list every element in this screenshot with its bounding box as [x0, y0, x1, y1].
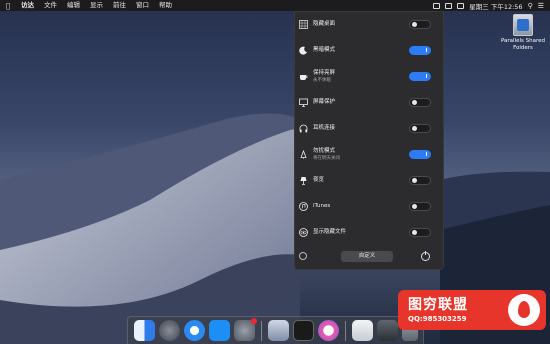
toggle-dark-mode[interactable]: [409, 45, 431, 55]
control-panel: 隐藏桌面 黑暗模式 保持亮屏 永不休眠 屏幕保护 耳机连接 勿扰模式 将在明天关…: [294, 11, 444, 270]
dock-separator: [345, 321, 346, 341]
parallels-shared-folders[interactable]: Parallels Shared Folders: [496, 14, 550, 52]
battery-icon[interactable]: [457, 2, 465, 9]
desktop-item-label: Parallels Shared Folders: [500, 38, 546, 51]
row-keep-awake[interactable]: 保持亮屏 永不休眠: [295, 68, 445, 84]
status-tool-icon[interactable]: [433, 2, 441, 9]
launchpad-icon[interactable]: [159, 320, 180, 341]
row-screensaver[interactable]: 屏幕保护: [295, 94, 445, 110]
eye-icon: [299, 227, 308, 237]
display-icon[interactable]: [445, 2, 453, 9]
row-sublabel: 将在明天关闭: [313, 156, 340, 161]
row-label: 耳机连接: [313, 125, 336, 131]
row-label: 显示隐藏文件: [313, 229, 347, 235]
toggle-itunes[interactable]: [409, 201, 431, 211]
apple-logo-icon[interactable]: : [0, 2, 16, 10]
row-dark-mode[interactable]: 黑暗模式: [295, 42, 445, 58]
menu-view[interactable]: 显示: [85, 0, 108, 11]
row-label: 隐藏桌面: [313, 21, 336, 27]
menu-finder[interactable]: 访达: [16, 0, 39, 11]
itunes-icon: [299, 201, 308, 211]
toggle-keep-awake[interactable]: [409, 71, 431, 81]
menu-file[interactable]: 文件: [39, 0, 62, 11]
dock-separator: [261, 321, 262, 341]
toggle-screensaver[interactable]: [409, 97, 431, 107]
row-label: 夜览: [313, 177, 325, 183]
customize-button[interactable]: 自定义: [341, 251, 393, 262]
row-do-not-disturb[interactable]: 勿扰模式 将在明天关闭: [295, 146, 445, 162]
status-area: 星期三 下午12:56 ⚲ ☰: [433, 1, 550, 11]
preview-icon[interactable]: [352, 320, 373, 341]
notification-badge: [251, 318, 257, 324]
power-icon[interactable]: [421, 251, 430, 261]
clock[interactable]: 星期三 下午12:56: [469, 1, 522, 11]
row-show-hidden-files[interactable]: 显示隐藏文件: [295, 224, 445, 240]
headphones-icon: [299, 124, 308, 133]
search-icon[interactable]: ⚲: [528, 2, 533, 10]
itunes-icon[interactable]: [318, 320, 339, 341]
menubar:  访达 文件 编辑 显示 前往 窗口 帮助 星期三 下午12:56 ⚲ ☰: [0, 0, 550, 11]
row-label: 保持亮屏: [313, 70, 336, 76]
row-label: iTunes: [313, 203, 331, 209]
row-hide-desktop[interactable]: 隐藏桌面: [295, 16, 445, 32]
menu-list-icon[interactable]: ☰: [538, 2, 544, 10]
watermark-title: 图穷联盟: [408, 297, 468, 313]
system-preferences-icon[interactable]: [234, 318, 257, 341]
toggle-hide-desktop[interactable]: [409, 19, 431, 29]
row-sublabel: 永不休眠: [313, 78, 331, 83]
watermark: 图穷联盟 QQ:985303259: [398, 290, 546, 330]
terminal-icon[interactable]: [293, 320, 314, 341]
dock: [127, 316, 424, 344]
coffee-cup-icon: [299, 72, 308, 81]
menu-help[interactable]: 帮助: [154, 0, 177, 11]
desktop-grid-icon: [299, 19, 308, 29]
toggle-do-not-disturb[interactable]: [409, 149, 431, 159]
row-night-shift[interactable]: 夜览: [295, 172, 445, 188]
finder-icon[interactable]: [134, 320, 155, 341]
files-icon[interactable]: [268, 320, 289, 341]
row-label: 勿扰模式: [313, 148, 336, 154]
safari-icon[interactable]: [184, 320, 205, 341]
menu-go[interactable]: 前往: [108, 0, 131, 11]
menu-window[interactable]: 窗口: [131, 0, 154, 11]
night-lamp-icon: [299, 176, 308, 185]
row-label: 黑暗模式: [313, 47, 336, 53]
info-icon[interactable]: [299, 252, 307, 260]
moon-icon: [299, 46, 308, 55]
row-headphones[interactable]: 耳机连接: [295, 120, 445, 136]
toggle-night-shift[interactable]: [409, 175, 431, 185]
row-label: 屏幕保护: [313, 99, 336, 105]
toggle-headphones[interactable]: [409, 123, 431, 133]
monitor-icon: [299, 98, 308, 107]
menu-edit[interactable]: 编辑: [62, 0, 85, 11]
flame-logo-icon: [508, 294, 540, 326]
watermark-qq: QQ:985303259: [408, 315, 467, 323]
window-icon[interactable]: [377, 320, 398, 341]
row-itunes[interactable]: iTunes: [295, 198, 445, 214]
toggle-show-hidden-files[interactable]: [409, 227, 431, 237]
do-not-disturb-icon: [299, 149, 308, 159]
drive-icon: [513, 14, 533, 36]
app-store-icon[interactable]: [209, 320, 230, 341]
